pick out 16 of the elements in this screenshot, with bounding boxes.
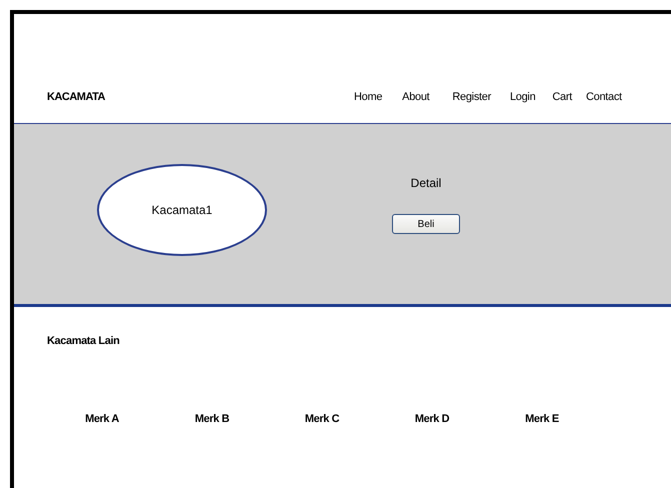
nav-link[interactable]: Register <box>452 91 491 103</box>
nav-link[interactable]: Contact <box>586 91 622 103</box>
detail-label: Detail <box>410 176 442 190</box>
nav-link[interactable]: Login <box>510 91 536 103</box>
image-label: Kacamata1 <box>152 203 212 217</box>
buy-button[interactable]: Beli <box>392 214 460 234</box>
brand-label[interactable]: Merk E <box>525 413 559 425</box>
section-title: Kacamata Lain <box>47 335 120 347</box>
brand-label[interactable]: Merk D <box>414 413 450 425</box>
brand-label[interactable]: Merk C <box>304 413 340 425</box>
logo: KACAMATA <box>47 91 106 103</box>
nav-link[interactable]: Home <box>354 91 382 103</box>
nav-link[interactable]: Cart <box>552 91 572 103</box>
brand-label[interactable]: Merk B <box>194 413 230 425</box>
nav-link[interactable]: About <box>402 91 430 103</box>
brand-label[interactable]: Merk A <box>85 413 119 425</box>
